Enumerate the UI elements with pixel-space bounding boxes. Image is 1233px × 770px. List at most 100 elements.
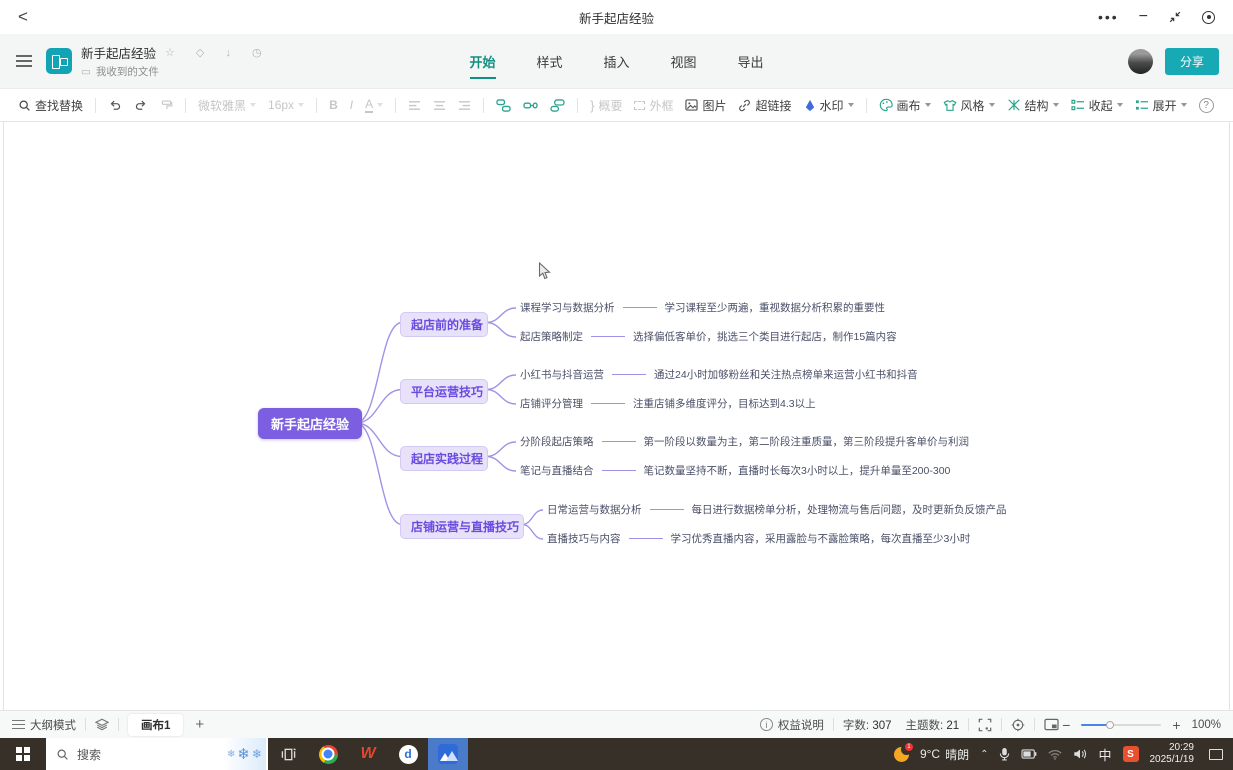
find-replace-button[interactable]: 查找替换 xyxy=(12,97,89,114)
tab-start[interactable]: 开始 xyxy=(469,52,495,71)
mindmap-note[interactable]: 第一阶段以数量为主，第二阶段注重质量，第三阶段提升客单价与利润 xyxy=(644,434,970,449)
align-center-button[interactable] xyxy=(427,100,452,111)
align-right-button[interactable] xyxy=(452,100,477,111)
canvas-settings-button[interactable]: 画布 xyxy=(873,97,937,114)
mindmap-note[interactable]: 通过24小时加够粉丝和关注热点榜单来运营小红书和抖音 xyxy=(654,367,918,382)
fullscreen-icon[interactable] xyxy=(978,718,992,732)
mindmap-note[interactable]: 每日进行数据榜单分析，处理物流与售后问题，及时更新负反馈产品 xyxy=(692,502,1007,517)
style-button[interactable]: 风格 xyxy=(937,97,1001,114)
insert-subtopic-icon xyxy=(523,99,538,112)
undo-button[interactable] xyxy=(102,98,128,112)
weather-desc[interactable]: 晴朗 xyxy=(945,746,969,763)
mindmap-child-label[interactable]: 店铺评分管理 xyxy=(520,396,583,411)
insert-parent-topic-icon xyxy=(550,99,565,112)
layers-icon[interactable] xyxy=(95,718,109,731)
start-button[interactable] xyxy=(0,738,46,770)
mindmap-branch-node[interactable]: 店铺运营与直播技巧 xyxy=(400,514,524,539)
structure-button[interactable]: 结构 xyxy=(1001,97,1065,114)
more-options-button[interactable]: ••• xyxy=(1098,10,1119,24)
mouse-cursor xyxy=(538,262,551,281)
insert-topic-button[interactable] xyxy=(490,99,517,112)
format-painter-button[interactable] xyxy=(154,99,179,112)
hyperlink-icon xyxy=(738,99,751,112)
mindmap-child-label[interactable]: 直播技巧与内容 xyxy=(547,531,621,546)
file-action-icons[interactable]: ☆ ◇ ↓ ◷ xyxy=(165,46,271,59)
mindmap-app-button[interactable] xyxy=(428,738,468,770)
mindmap-note[interactable]: 学习课程至少两遍，重视数据分析积累的重要性 xyxy=(665,300,886,315)
tab-export[interactable]: 导出 xyxy=(738,52,764,71)
summary-button[interactable]: }概要 xyxy=(584,97,628,114)
notification-center-button[interactable] xyxy=(1209,749,1223,760)
wps-app-button[interactable]: W xyxy=(348,738,388,770)
taskbar-search-input[interactable]: 搜索 ❄❄❄ xyxy=(46,738,268,770)
tab-view[interactable]: 视图 xyxy=(671,52,697,71)
zoom-slider[interactable] xyxy=(1081,724,1161,726)
ribbon-tabs: 开始 样式 插入 视图 导出 xyxy=(469,52,763,71)
chrome-app-button[interactable] xyxy=(308,738,348,770)
sogou-ime-icon[interactable]: S xyxy=(1123,746,1139,762)
app-logo-icon xyxy=(46,48,72,74)
tray-expand-button[interactable]: ⌃ xyxy=(980,749,988,760)
mindmap-note[interactable]: 注重店铺多维度评分，目标达到4.3以上 xyxy=(633,396,816,411)
watermark-button[interactable]: 水印 xyxy=(798,97,860,114)
mindmap-child-label[interactable]: 笔记与直播结合 xyxy=(520,463,594,478)
zoom-out-button[interactable]: − xyxy=(1059,717,1073,733)
format-painter-icon xyxy=(160,99,173,112)
task-view-button[interactable] xyxy=(268,738,308,770)
collapse-button[interactable]: 收起 xyxy=(1065,97,1129,114)
expand-button[interactable]: 展开 xyxy=(1129,97,1193,114)
align-left-button[interactable] xyxy=(402,100,427,111)
rights-link[interactable]: 权益说明 xyxy=(778,717,824,733)
hyperlink-button[interactable]: 超链接 xyxy=(732,97,797,114)
canvas-area[interactable]: 新手起店经验 起店前的准备 课程学习与数据分析 学习课程至少两遍，重视数据分析积累的重… xyxy=(0,122,1233,710)
canvas-tab-1[interactable]: 画布1 xyxy=(128,714,183,736)
font-family-select[interactable]: 微软雅黑 xyxy=(192,97,262,114)
mindmap-child-label[interactable]: 分阶段起店策略 xyxy=(520,434,594,449)
speaker-icon[interactable] xyxy=(1073,748,1087,760)
mindmap-note[interactable]: 笔记数量坚持不断，直播时长每次3小时以上，提升单量至200-300 xyxy=(644,463,951,478)
mindmap-note[interactable]: 选择偏低客单价，挑选三个类目进行起店，制作15篇内容 xyxy=(633,329,897,344)
menu-icon[interactable] xyxy=(16,55,32,67)
help-button[interactable]: ? xyxy=(1199,98,1214,113)
mindmap-child-label[interactable]: 小红书与抖音运营 xyxy=(520,367,604,382)
user-avatar[interactable] xyxy=(1128,49,1153,74)
bold-button[interactable]: B xyxy=(323,98,344,112)
zoom-slider-knob[interactable] xyxy=(1106,721,1114,729)
restore-button[interactable] xyxy=(1168,10,1182,24)
microphone-icon[interactable] xyxy=(999,747,1010,761)
image-button[interactable]: 图片 xyxy=(679,97,732,114)
minimize-button[interactable]: − xyxy=(1139,9,1148,25)
mindmap-child-row: 课程学习与数据分析 学习课程至少两遍，重视数据分析积累的重要性 xyxy=(520,300,885,315)
mindmap-branch-node[interactable]: 起店实践过程 xyxy=(400,446,488,471)
blue-circle-app-button[interactable]: d xyxy=(388,738,428,770)
italic-button[interactable]: I xyxy=(344,98,359,112)
taskbar-clock[interactable]: 20:292025/1/19 xyxy=(1150,742,1195,767)
share-button[interactable]: 分享 xyxy=(1165,48,1219,75)
weather-temp[interactable]: 9°C xyxy=(920,747,940,761)
mindmap-child-label[interactable]: 课程学习与数据分析 xyxy=(520,300,615,315)
mindmap-note[interactable]: 学习优秀直播内容，采用露脸与不露脸策略，每次直播至少3小时 xyxy=(671,531,971,546)
font-size-select[interactable]: 16px xyxy=(262,98,310,112)
mindmap-child-label[interactable]: 起店策略制定 xyxy=(520,329,583,344)
mindmap-branch-node[interactable]: 平台运营技巧 xyxy=(400,379,488,404)
tab-style[interactable]: 样式 xyxy=(536,52,562,71)
outline-mode-button[interactable]: 大纲模式 xyxy=(30,717,76,733)
battery-icon[interactable] xyxy=(1021,749,1037,759)
tab-insert[interactable]: 插入 xyxy=(603,52,629,71)
mindmap-root-node[interactable]: 新手起店经验 xyxy=(258,408,362,439)
mindmap-branch-node[interactable]: 起店前的准备 xyxy=(400,312,488,337)
add-canvas-button[interactable]: + xyxy=(195,716,204,733)
ime-indicator[interactable]: 中 xyxy=(1098,745,1111,764)
wifi-icon[interactable] xyxy=(1048,749,1062,760)
weather-icon[interactable]: 1 xyxy=(894,747,909,762)
frame-button[interactable]: 外框 xyxy=(628,97,679,114)
mindmap-child-label[interactable]: 日常运营与数据分析 xyxy=(547,502,642,517)
locate-center-icon[interactable] xyxy=(1011,718,1025,732)
insert-parent-topic-button[interactable] xyxy=(544,99,571,112)
redo-button[interactable] xyxy=(128,98,154,112)
insert-subtopic-button[interactable] xyxy=(517,99,544,112)
zoom-in-button[interactable]: + xyxy=(1169,717,1183,733)
font-color-button[interactable]: A xyxy=(359,97,389,113)
minimap-icon[interactable] xyxy=(1044,718,1059,731)
close-button[interactable] xyxy=(1202,11,1215,24)
